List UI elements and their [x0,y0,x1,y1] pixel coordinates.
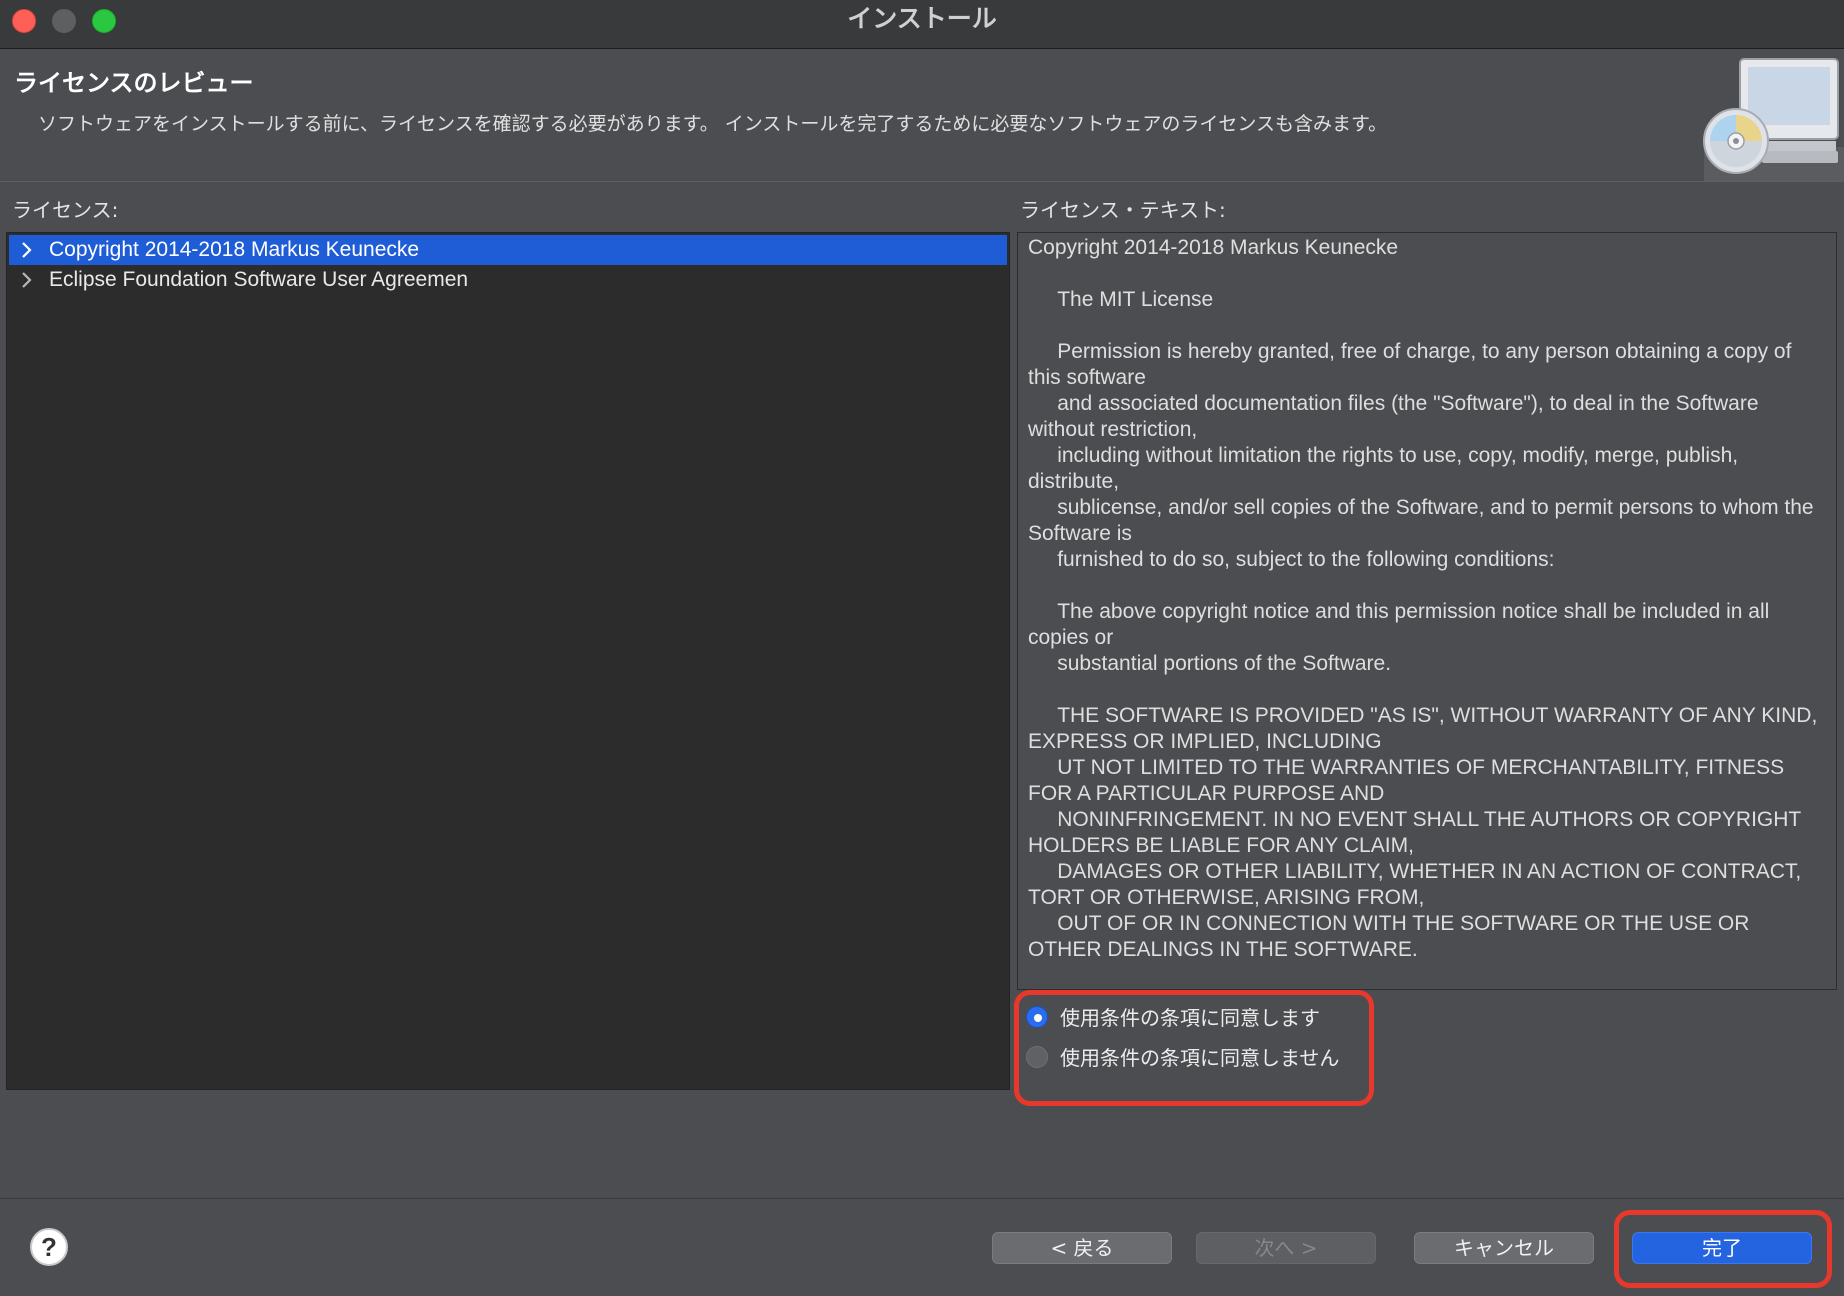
license-tree-item[interactable]: Eclipse Foundation Software User Agreeme… [9,265,1007,295]
license-tree-item[interactable]: Copyright 2014-2018 Markus Keunecke [9,235,1007,265]
license-text-body: Copyright 2014-2018 Markus Keunecke The … [1028,236,1818,961]
license-text-label: ライセンス・テキスト: [1020,198,1226,222]
install-dialog: インストール ライセンスのレビュー ソフトウェアをインストールする前に、ライセン… [0,0,1844,1296]
decline-terms-label[interactable]: 使用条件の条項に同意しません [1060,1043,1339,1073]
header-banner: ライセンスのレビュー ソフトウェアをインストールする前に、ライセンスを確認する必… [0,49,1844,182]
page-title: ライセンスのレビュー [14,69,254,97]
help-button[interactable]: ? [30,1228,68,1266]
radio-unselected-icon[interactable] [1026,1046,1048,1068]
chevron-right-icon[interactable] [19,265,35,295]
license-tree-item-label: Copyright 2014-2018 Markus Keunecke [49,238,420,261]
chevron-right-icon[interactable] [19,235,35,265]
cancel-button[interactable]: キャンセル [1414,1232,1594,1264]
license-agreement-group: 使用条件の条項に同意します 使用条件の条項に同意しません [1014,990,1374,1106]
annotation-highlight [1614,1210,1832,1288]
page-description: ソフトウェアをインストールする前に、ライセンスを確認する必要があります。 インス… [38,113,1388,135]
radio-selected-icon[interactable] [1026,1006,1048,1028]
install-cd-monitor-icon [1703,58,1844,181]
license-text-area[interactable]: Copyright 2014-2018 Markus Keunecke The … [1017,232,1837,990]
accept-terms-label[interactable]: 使用条件の条項に同意します [1060,1003,1320,1033]
title-bar: インストール [0,0,1844,49]
window-title: インストール [847,4,997,33]
license-tree[interactable]: Copyright 2014-2018 Markus Keunecke Ecli… [6,232,1010,1090]
back-button[interactable]: < 戻る [992,1232,1172,1264]
button-bar-divider [0,1198,1844,1199]
licenses-label: ライセンス: [12,198,119,222]
next-button[interactable]: 次へ > [1196,1232,1376,1264]
license-tree-item-label: Eclipse Foundation Software User Agreeme… [49,268,469,291]
